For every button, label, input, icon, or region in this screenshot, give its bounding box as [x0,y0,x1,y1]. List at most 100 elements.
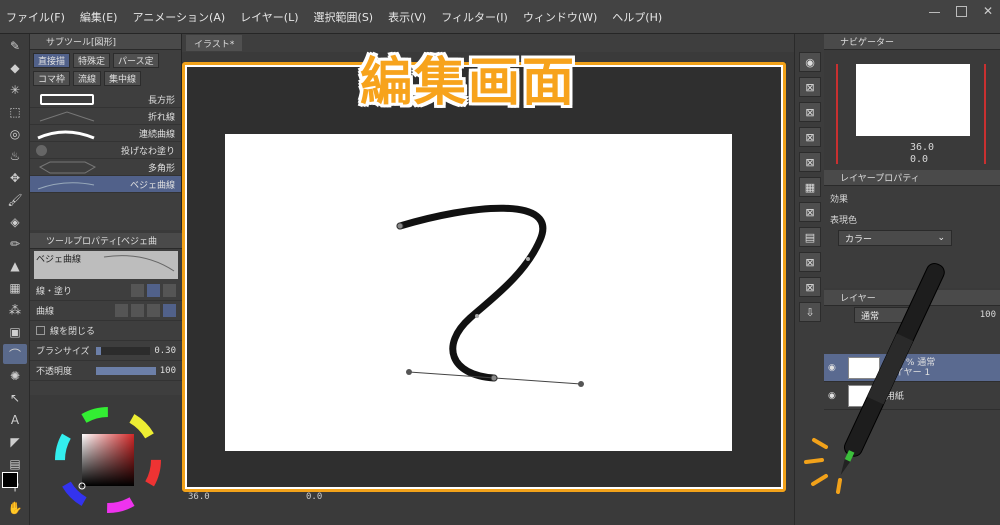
menu-window[interactable]: ウィンドウ(W) [523,9,597,25]
material-icon[interactable]: ⊠ [799,252,821,272]
blend-icon[interactable]: ▲ [3,256,27,276]
menu-selection[interactable]: 選択範囲(S) [314,9,374,25]
lasso-icon[interactable]: ◎ [3,124,27,144]
eye-icon[interactable]: ◉ [828,391,836,401]
express-row: 表現色 [824,211,1000,228]
subtab-focus[interactable]: 集中線 [104,71,142,86]
subtab-perspective[interactable]: パース定 [113,53,159,68]
brush-size-label: ブラシサイズ [36,347,90,357]
both-option-icon[interactable] [163,284,176,297]
import-icon[interactable]: ⇩ [799,302,821,322]
canvas-tab[interactable]: イラスト* [186,35,243,51]
move-icon[interactable]: ✥ [3,168,27,188]
subtab-frame[interactable]: コマ枠 [33,71,71,86]
chevron-down-icon: ⌄ [937,233,945,243]
eye-icon[interactable]: ◉ [828,363,836,373]
gradient-icon[interactable]: ▦ [3,278,27,298]
effect-label: 効果 [830,195,849,205]
navigator-panel: ナビゲーター 36.0 0.0 [824,34,1000,168]
material-icon[interactable]: ⊠ [799,102,821,122]
subtab-stream[interactable]: 流線 [73,71,102,86]
layer-row[interactable]: ◉ 用紙 [824,382,1000,410]
material-icon[interactable]: ▤ [799,227,821,247]
material-icon[interactable]: ⊠ [799,152,821,172]
foreground-color[interactable] [2,472,18,488]
brush-lasso-fill[interactable]: 投げなわ塗り [30,142,181,159]
color-wheel[interactable] [30,398,182,525]
layer-row[interactable]: ◉ 100 % 通常 レイヤー 1 [824,354,1000,382]
navigator-zoom: 36.0 [910,142,935,153]
brush-bezier[interactable]: ベジェ曲線 [30,176,181,193]
tool-property-panel: ツールプロパティ[ベジェ曲 ベジェ曲線 線・塗り 曲線 線を閉じる ブラシサイズ… [30,233,182,395]
menu-file[interactable]: ファイル(F) [6,9,65,25]
spray-icon[interactable]: ⁂ [3,300,27,320]
sparkle-icon[interactable]: ✳ [3,80,27,100]
opacity-slider[interactable] [96,366,156,375]
curve-quad-icon[interactable] [147,304,160,317]
text-icon[interactable]: A [3,410,27,430]
nav-red-line [984,64,986,164]
bucket-icon[interactable]: ▣ [3,322,27,342]
express-label: 表現色 [830,216,858,226]
layer-thumbnail [847,384,880,407]
brush-size-slider[interactable] [96,346,151,355]
blend-mode-value: 通常 [861,311,880,322]
brush-continuous[interactable]: 連続曲線 [30,125,181,142]
navigator-thumbnail[interactable] [856,64,970,136]
line-fill-row: 線・塗り [30,281,182,301]
layer-blend-row: 通常 100 [824,306,1000,324]
pencil-icon[interactable]: ✏ [3,234,27,254]
menu-help[interactable]: ヘルプ(H) [612,9,662,25]
status-coord: 0.0 [306,492,323,502]
burst-icon[interactable]: ✺ [3,366,27,386]
brush-preview [30,143,100,158]
menu-layer[interactable]: レイヤー(L) [240,9,298,25]
status-bar: 36.0 0.0 [182,492,794,525]
color-panel [30,398,182,525]
brush-icon[interactable]: 🖌 [3,190,27,210]
subtab-direct[interactable]: 直接描 [33,53,71,68]
menu-filter[interactable]: フィルター(I) [441,9,508,25]
balloon-icon[interactable]: ◤ [3,432,27,452]
curve-bezier-icon[interactable] [163,304,176,317]
brush-name: 連続曲線 [138,129,175,140]
brush-rect[interactable]: 長方形 [30,91,181,108]
menu-animation[interactable]: アニメーション(A) [132,9,225,25]
select-rect-icon[interactable]: ⬚ [3,102,27,122]
app-window: ファイル(F) 編集(E) アニメーション(A) レイヤー(L) 選択範囲(S)… [0,0,1000,525]
brush-preview [30,109,100,124]
minimize-icon[interactable] [929,6,940,13]
right-icon-strip: ◉ ⊠ ⊠ ⊠ ⊠ ▦ ⊠ ▤ ⊠ ⊠ ⇩ [794,34,824,525]
material-icon[interactable]: ⊠ [799,277,821,297]
figure-icon[interactable]: ⌒ [3,344,27,364]
curve-straight-icon[interactable] [115,304,128,317]
pen-icon[interactable]: ✎ [3,36,27,56]
material-icon[interactable]: ⊠ [799,202,821,222]
curve-spline-icon[interactable] [131,304,144,317]
navigator-icon[interactable]: ◉ [799,52,821,72]
grid-icon[interactable]: ▦ [799,177,821,197]
fill-icon[interactable]: ◈ [3,212,27,232]
brush-name: 折れ線 [147,112,175,123]
menu-edit[interactable]: 編集(E) [80,9,118,25]
maximize-icon[interactable] [956,6,967,17]
close-line-label: 線を閉じる [50,327,96,337]
nav-red-line [836,64,838,164]
brush-name: 長方形 [147,95,175,106]
material-icon[interactable]: ⊠ [799,77,821,97]
brush-polyline[interactable]: 折れ線 [30,108,181,125]
fill-option-icon[interactable] [131,284,144,297]
close-icon[interactable]: ✕ [983,5,994,17]
operation-icon[interactable]: ↖ [3,388,27,408]
brush-polygon[interactable]: 多角形 [30,159,181,176]
eraser-icon[interactable]: ◆ [3,58,27,78]
eyedropper-icon[interactable]: ♨ [3,146,27,166]
close-line-checkbox[interactable] [36,326,45,335]
material-icon[interactable]: ⊠ [799,127,821,147]
color-mode-select[interactable]: カラー ⌄ [838,230,952,246]
line-option-icon[interactable] [147,284,160,297]
menu-view[interactable]: 表示(V) [388,9,426,25]
blend-mode-select[interactable]: 通常 [854,307,914,323]
subtab-special[interactable]: 特殊定 [73,53,111,68]
subtool-tabs: 直接描 特殊定 パース定 コマ枠 流線 集中線 [30,50,181,89]
